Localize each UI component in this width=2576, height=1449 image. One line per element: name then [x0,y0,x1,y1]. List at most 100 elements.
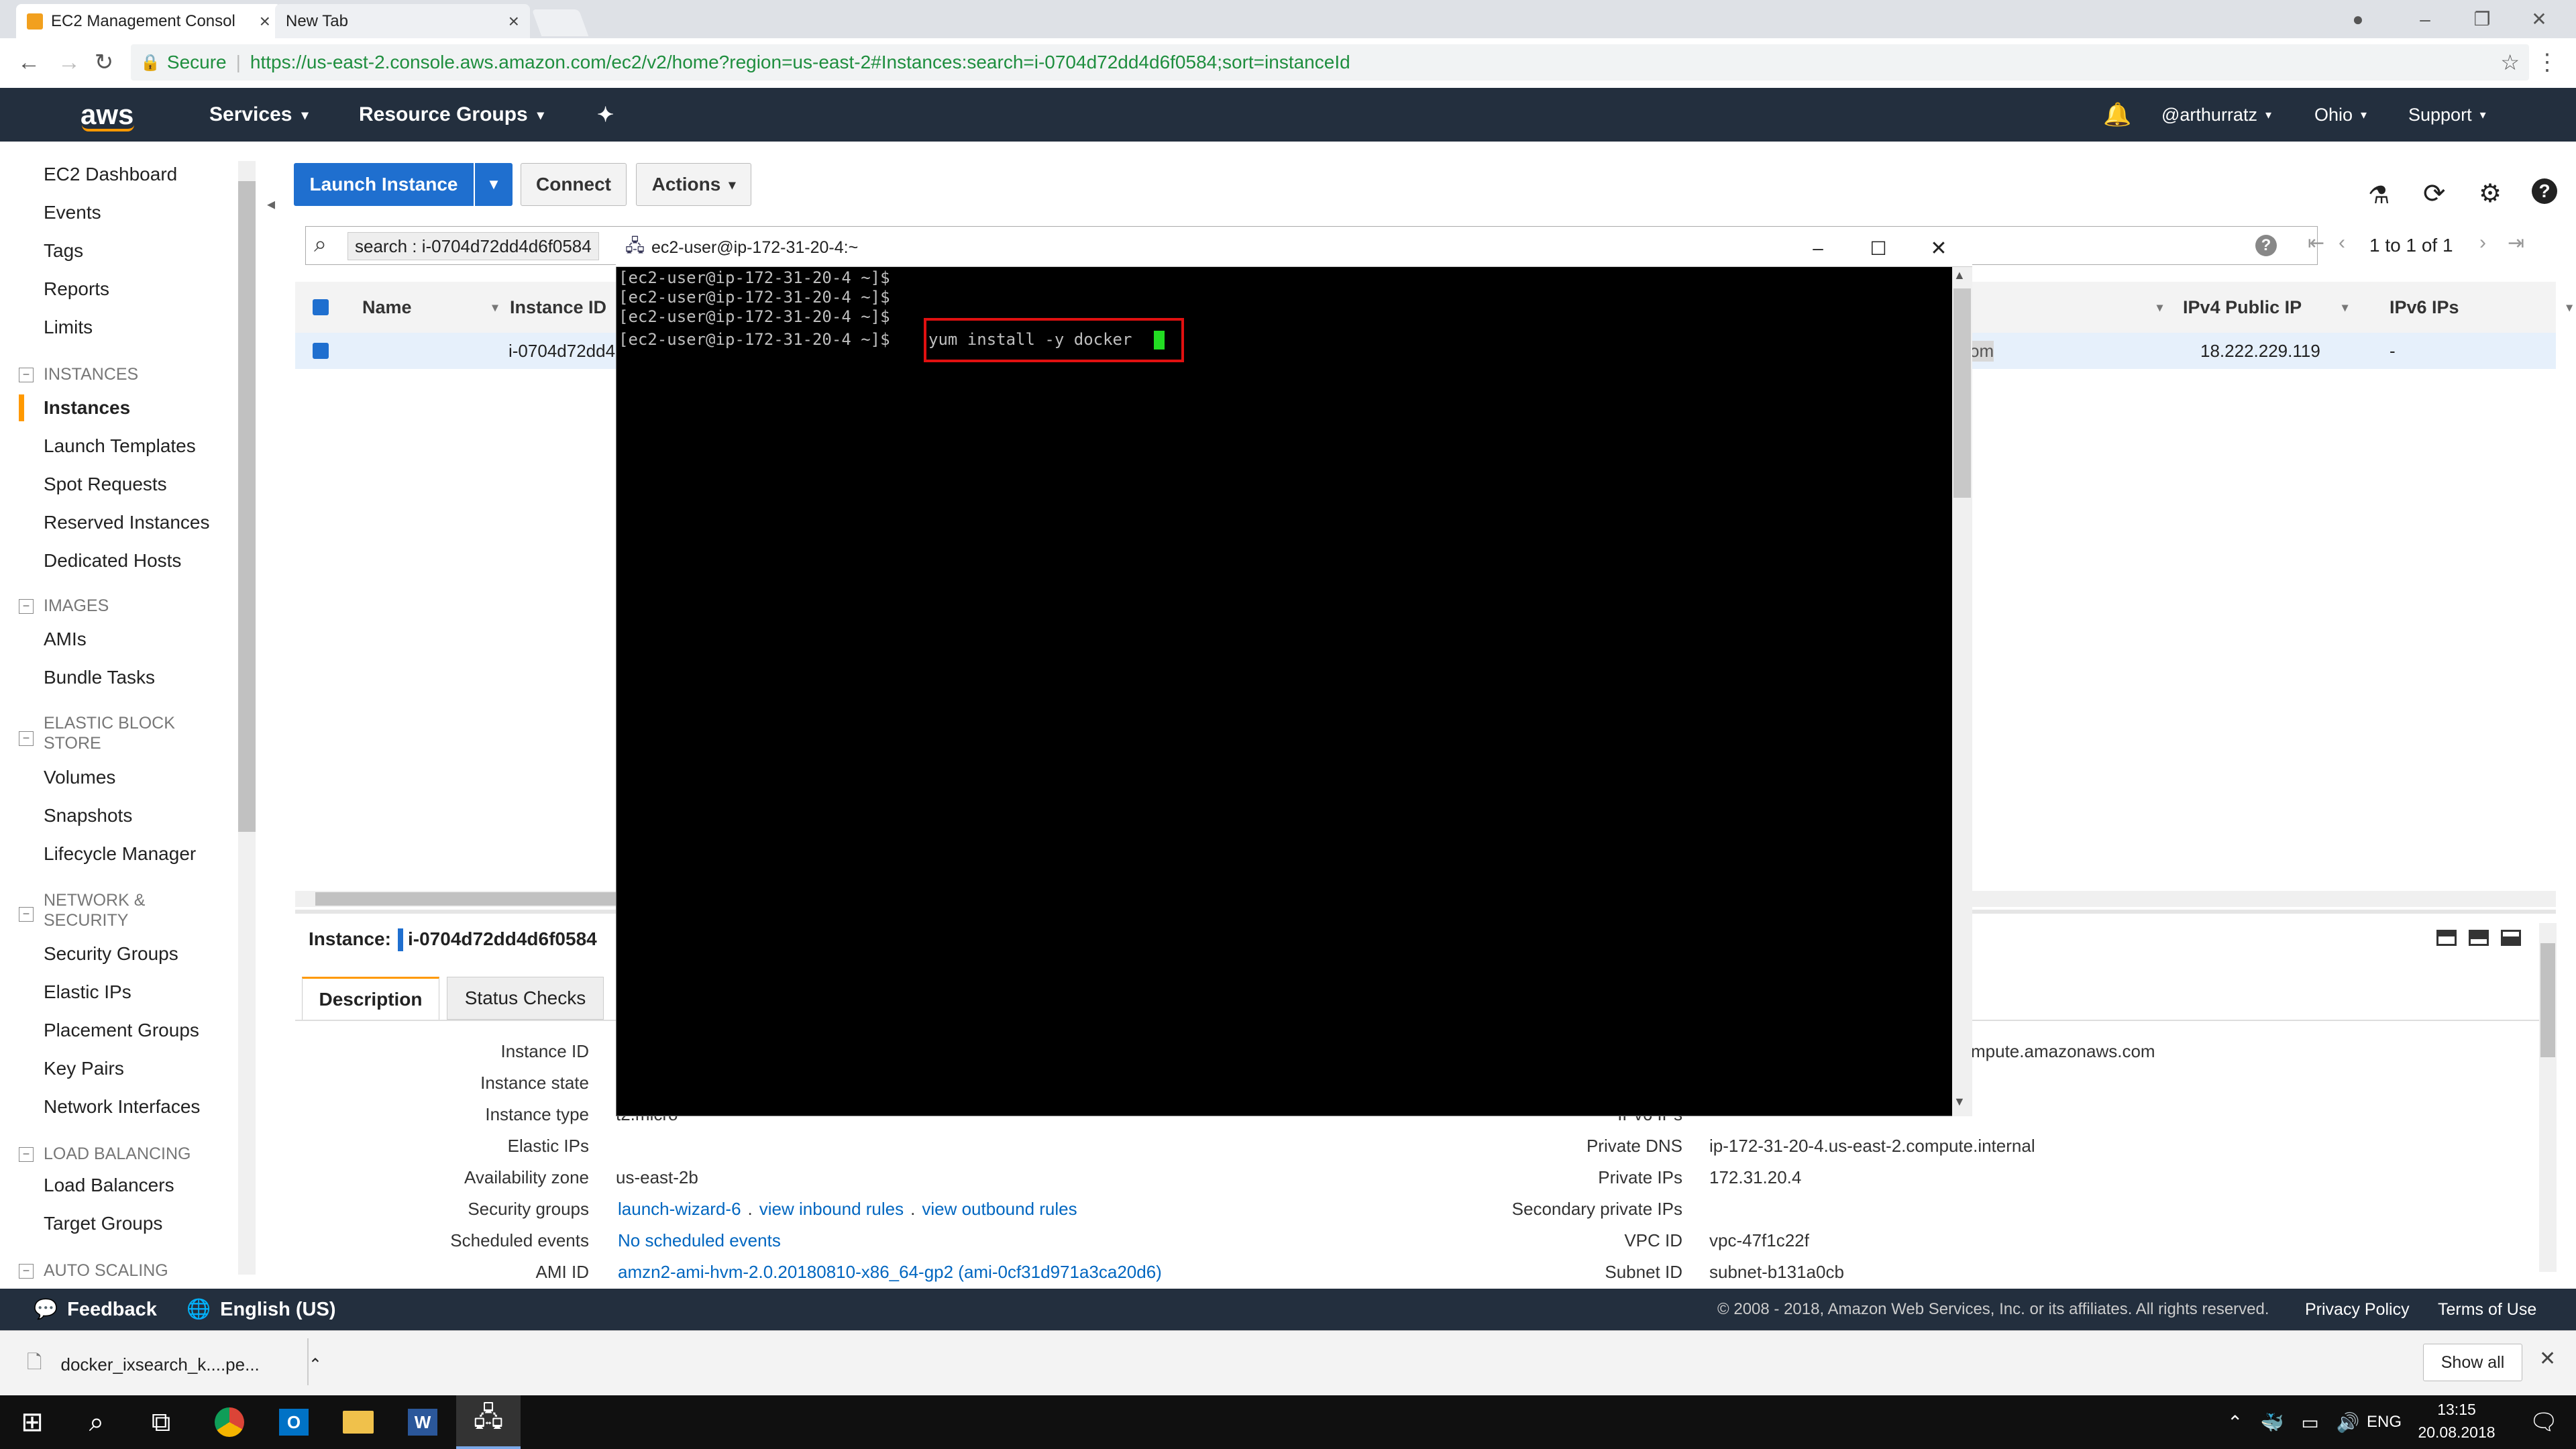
sidebar-item-instances[interactable]: Instances [44,394,130,421]
sidebar-item-limits[interactable]: Limits [44,314,93,341]
ami-id-link[interactable]: amzn2-ami-hvm-2.0.20180810-x86_64-gp2 (a… [618,1262,1162,1283]
tab-description[interactable]: Description [302,977,439,1020]
launch-instance-button[interactable]: Launch Instance [294,163,474,206]
sidebar-item-events[interactable]: Events [44,199,101,226]
terminal-scroll-thumb[interactable] [1953,288,1971,498]
services-menu[interactable]: Services ▾ [209,88,309,142]
column-header-ipv4[interactable]: ▾ IPv4 Public IP ▾ [2157,282,2348,333]
search-filter-tag[interactable]: search : i-0704d72dd4d6f0584 [347,232,599,260]
sidebar-item-key-pairs[interactable]: Key Pairs [44,1055,124,1082]
row-checkbox[interactable] [313,343,329,359]
task-view-icon[interactable]: ⧉ [129,1395,193,1449]
collapse-icon[interactable]: − [19,599,34,614]
connect-button[interactable]: Connect [521,163,627,206]
docker-icon[interactable]: 🐳 [2260,1411,2284,1434]
sidebar-item-snapshots[interactable]: Snapshots [44,802,132,829]
show-all-button[interactable]: Show all [2423,1344,2522,1381]
menu-icon[interactable]: ⋮ [2529,44,2565,80]
windows-start-icon[interactable]: ⊞ [0,1395,64,1449]
new-tab-button[interactable] [531,9,589,36]
window-close-icon[interactable]: ✕ [2516,0,2563,38]
sidebar-item-placement-groups[interactable]: Placement Groups [44,1017,199,1044]
gear-icon[interactable]: ⚙ [2479,178,2502,209]
sidebar-item-load-balancers[interactable]: Load Balancers [44,1172,174,1199]
collapse-sidebar-icon[interactable]: ◂ [267,195,275,214]
search-help-icon[interactable]: ? [2255,235,2277,256]
profile-icon[interactable]: ● [2334,0,2381,38]
tab-ec2[interactable]: EC2 Management Consol × [16,4,281,38]
sidebar-scroll-thumb[interactable] [238,181,256,832]
scroll-up-icon[interactable]: ▲ [1953,268,1966,282]
collapse-icon[interactable]: − [19,1264,34,1279]
scroll-down-icon[interactable]: ▼ [1953,1095,1966,1109]
terms-of-use-link[interactable]: Terms of Use [2438,1289,2536,1330]
close-download-bar-icon[interactable]: ✕ [2539,1347,2556,1371]
security-group-link[interactable]: launch-wizard-6 [618,1199,741,1220]
sidebar-item-tags[interactable]: Tags [44,237,83,264]
collapse-icon[interactable]: − [19,731,34,746]
collapse-icon[interactable]: − [19,368,34,382]
reload-icon[interactable]: ↻ [86,44,122,80]
support-menu[interactable]: Support ▾ [2408,88,2486,142]
layout-split-icon[interactable] [2469,930,2489,946]
address-bar[interactable]: 🔒 Secure | https://us-east-2.console.aws… [131,44,2529,80]
privacy-policy-link[interactable]: Privacy Policy [2305,1289,2410,1330]
aws-logo[interactable]: aws [80,88,133,142]
collapse-icon[interactable]: − [19,907,34,922]
sidebar-item-network-interfaces[interactable]: Network Interfaces [44,1093,200,1120]
sidebar-item-ec2-dashboard[interactable]: EC2 Dashboard [44,161,177,188]
forward-icon[interactable]: → [51,44,87,80]
sidebar-item-reserved-instances[interactable]: Reserved Instances [44,509,209,536]
close-icon[interactable]: × [508,11,519,32]
tab-new-tab[interactable]: New Tab × [275,4,530,38]
view-inbound-rules-link[interactable]: view inbound rules [759,1199,904,1220]
sidebar-item-elastic-ips[interactable]: Elastic IPs [44,979,131,1006]
resource-groups-menu[interactable]: Resource Groups ▾ [359,88,544,142]
sidebar-item-security-groups[interactable]: Security Groups [44,941,178,967]
search-icon[interactable]: ⌕ [64,1395,129,1449]
region-menu[interactable]: Ohio ▾ [2314,88,2367,142]
terminal-title-bar[interactable]: 🖧 ec2-user@ip-172-31-20-4:~ [616,229,1972,267]
file-explorer-icon[interactable] [326,1395,390,1449]
sidebar-item-spot-requests[interactable]: Spot Requests [44,471,167,498]
actions-button[interactable]: Actions ▾ [636,163,751,206]
sidebar-item-dedicated-hosts[interactable]: Dedicated Hosts [44,547,181,574]
sidebar-item-launch-templates[interactable]: Launch Templates [44,433,196,460]
sidebar-item-reports[interactable]: Reports [44,276,109,303]
last-page-icon[interactable]: ⇥ [2508,231,2524,255]
chrome-icon[interactable] [197,1395,262,1449]
column-header-ipv6[interactable]: IPv6 IPs ▾ [2390,282,2573,333]
sidebar-item-target-groups[interactable]: Target Groups [44,1210,162,1237]
clock[interactable]: 13:15 20.08.2018 [2415,1398,2498,1444]
bell-icon[interactable]: 🔔 [2103,88,2131,142]
bookmark-star-icon[interactable]: ☆ [2500,50,2520,75]
terminal-close-icon[interactable]: ✕ [1919,229,1959,267]
refresh-icon[interactable]: ⟳ [2423,178,2446,209]
terminal-minimize-icon[interactable]: – [1798,229,1838,267]
flask-icon[interactable]: ⚗ [2368,181,2390,209]
close-icon[interactable]: × [260,11,270,32]
details-scroll-thumb[interactable] [2540,943,2555,1057]
back-icon[interactable]: ← [11,44,47,80]
help-icon[interactable]: ? [2532,178,2557,204]
feedback-link[interactable]: 💬 Feedback [34,1289,157,1330]
launch-dropdown-button[interactable]: ▼ [475,163,513,206]
terminal-window[interactable] [616,229,1972,1116]
maximize-icon[interactable]: ❐ [2459,0,2506,38]
layout-bottom-icon[interactable] [2436,930,2457,946]
scheduled-events-link[interactable]: No scheduled events [618,1230,781,1251]
prev-page-icon[interactable]: ‹ [2339,231,2345,254]
layout-top-icon[interactable] [2501,930,2521,946]
chevron-up-icon[interactable]: ⌃ [309,1355,322,1375]
sidebar-item-volumes[interactable]: Volumes [44,764,115,791]
select-all-checkbox[interactable] [313,299,329,315]
column-header-name[interactable]: Name ▾ [362,282,498,333]
volume-icon[interactable]: 🔊 [2337,1411,2360,1434]
next-page-icon[interactable]: › [2479,231,2486,254]
notifications-icon[interactable]: 🗨 [2512,1395,2576,1449]
language-indicator[interactable]: ENG [2367,1395,2402,1449]
putty-taskbar-icon[interactable]: 🖧 [456,1395,521,1449]
pin-icon[interactable]: ✦ [597,88,614,142]
word-icon[interactable]: W [390,1395,455,1449]
chevron-up-icon[interactable]: ⌃ [2227,1411,2243,1434]
